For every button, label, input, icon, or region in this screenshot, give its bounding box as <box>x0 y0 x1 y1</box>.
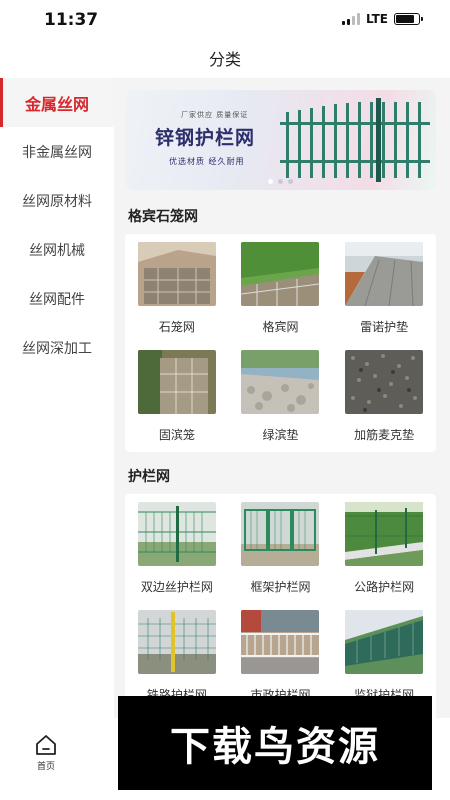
category-item-frame-fence[interactable]: 框架护栏网 <box>229 502 333 610</box>
reno-mattress-photo <box>345 242 424 306</box>
category-item-macmat[interactable]: 加筋麦克垫 <box>332 350 436 458</box>
sidebar-item-label: 丝网深加工 <box>22 340 92 357</box>
sidebar-item-machinery[interactable]: 丝网机械 <box>0 225 114 274</box>
pagination-dot[interactable] <box>288 179 293 184</box>
category-item-green-mattress[interactable]: 绿滨垫 <box>229 350 333 458</box>
sidebar-item-label: 丝网原材料 <box>22 193 92 210</box>
item-label: 绿滨垫 <box>262 428 299 442</box>
sidebar-item-label: 金属丝网 <box>24 94 89 114</box>
item-label: 雷诺护垫 <box>360 320 409 334</box>
item-label: 格宾网 <box>262 320 299 334</box>
network-type: LTE <box>365 12 388 26</box>
highway-fence-photo <box>345 502 424 566</box>
category-content: 厂家供应 质量保证 锌钢护栏网 优选材质 经久耐用 格宾石笼网 石笼网 格宾网 … <box>114 78 450 718</box>
battery-icon <box>394 13 423 25</box>
sidebar-item-accessories[interactable]: 丝网配件 <box>0 274 114 323</box>
section-card-fence: 双边丝护栏网 框架护栏网 公路护栏网 铁路护栏网 市政护栏网 监狱护栏网 <box>125 494 436 718</box>
category-sidebar: 金属丝网 非金属丝网 丝网原材料 丝网机械 丝网配件 丝网深加工 <box>0 78 114 718</box>
item-label: 石笼网 <box>158 320 195 334</box>
category-item-gabion-wall[interactable]: 固滨笼 <box>125 350 229 458</box>
sidebar-item-deep-processing[interactable]: 丝网深加工 <box>0 323 114 372</box>
pagination-dot[interactable] <box>278 179 283 184</box>
category-item-highway-fence[interactable]: 公路护栏网 <box>332 502 436 610</box>
frame-fence-photo <box>241 502 320 566</box>
status-icons: LTE <box>341 12 423 26</box>
section-title-fence: 护栏网 <box>128 469 170 485</box>
gabion-photo <box>137 242 216 306</box>
category-item-reno-mattress[interactable]: 雷诺护垫 <box>332 242 436 350</box>
railway-fence-photo <box>137 610 216 674</box>
item-label: 公路护栏网 <box>354 580 415 594</box>
section-title-gabion: 格宾石笼网 <box>128 209 198 225</box>
category-item-gabion-net[interactable]: 格宾网 <box>229 242 333 350</box>
municipal-fence-photo <box>241 610 320 674</box>
banner-subtitle: 优选材质 经久耐用 <box>169 157 245 166</box>
double-wire-fence-photo <box>137 502 216 566</box>
gabion-wall-photo <box>137 350 216 414</box>
gabion-slope-photo <box>241 242 320 306</box>
item-label: 固滨笼 <box>158 428 195 442</box>
sidebar-item-label: 丝网机械 <box>29 242 85 259</box>
status-time: 11:37 <box>44 10 99 30</box>
tab-home[interactable]: 首页 <box>24 734 68 772</box>
sidebar-item-label: 丝网配件 <box>29 291 85 308</box>
watermark-overlay: 下载鸟资源 <box>118 696 432 790</box>
banner-title: 锌钢护栏网 <box>155 127 256 149</box>
promo-banner[interactable]: 厂家供应 质量保证 锌钢护栏网 优选材质 经久耐用 <box>125 90 436 190</box>
item-label: 加筋麦克垫 <box>354 428 415 442</box>
macmat-photo <box>345 350 424 414</box>
fence-illustration <box>280 98 430 182</box>
home-icon <box>36 735 56 755</box>
sidebar-item-label: 非金属丝网 <box>22 144 92 161</box>
sidebar-item-raw-materials[interactable]: 丝网原材料 <box>0 176 114 225</box>
category-item-gabion-mesh[interactable]: 石笼网 <box>125 242 229 350</box>
signal-icon <box>341 13 360 25</box>
green-mattress-photo <box>241 350 320 414</box>
section-card-gabion: 石笼网 格宾网 雷诺护垫 固滨笼 绿滨垫 加筋麦克垫 <box>125 234 436 452</box>
tab-home-label: 首页 <box>36 762 55 772</box>
banner-tagline: 厂家供应 质量保证 <box>181 111 249 119</box>
page-title: 分类 <box>208 50 241 69</box>
prison-fence-photo <box>345 610 424 674</box>
category-item-double-wire-fence[interactable]: 双边丝护栏网 <box>125 502 229 610</box>
pagination-dot[interactable] <box>268 179 273 184</box>
banner-pagination[interactable] <box>125 179 436 184</box>
sidebar-item-metal-mesh[interactable]: 金属丝网 <box>0 78 114 127</box>
status-bar: 11:37 LTE <box>0 0 450 40</box>
sidebar-item-nonmetal-mesh[interactable]: 非金属丝网 <box>0 127 114 176</box>
item-label: 双边丝护栏网 <box>140 580 213 594</box>
item-label: 框架护栏网 <box>250 580 311 594</box>
watermark-text: 下载鸟资源 <box>170 724 380 770</box>
